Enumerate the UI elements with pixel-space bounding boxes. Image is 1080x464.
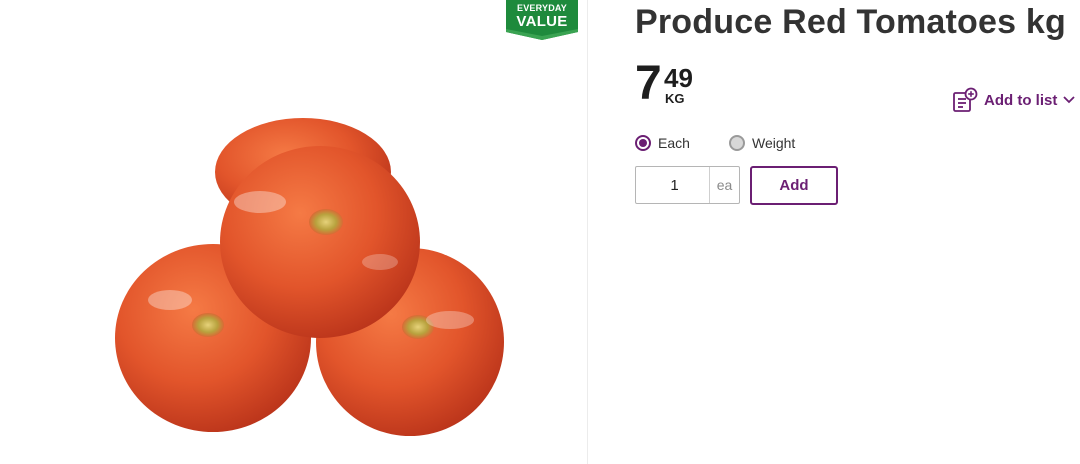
price-dollars: 7 (635, 57, 662, 110)
radio-weight-indicator[interactable] (729, 135, 745, 151)
tomatoes-image (115, 118, 504, 436)
add-to-cart-button[interactable]: Add (750, 166, 838, 205)
radio-each-indicator[interactable] (635, 135, 651, 151)
radio-weight-label: Weight (752, 135, 796, 151)
product-image-pane: EVERYDAY VALUE (0, 0, 586, 464)
everyday-value-badge: EVERYDAY VALUE (506, 0, 578, 40)
badge-line2: VALUE (516, 13, 568, 30)
radio-each[interactable]: Each (635, 132, 690, 154)
pane-divider (587, 0, 588, 464)
chevron-down-icon (1063, 96, 1075, 104)
badge-line1: EVERYDAY (517, 3, 567, 13)
product-title: Produce Red Tomatoes kg (635, 3, 1066, 41)
quantity-field: ea (635, 166, 740, 204)
purchase-mode-radio-group: Each Weight (635, 132, 835, 154)
radio-each-label: Each (658, 135, 690, 151)
quantity-input[interactable] (636, 167, 709, 203)
add-to-list-button[interactable]: Add to list (952, 86, 1080, 114)
price-unit: KG (665, 91, 685, 106)
quantity-unit: ea (716, 177, 733, 193)
radio-weight[interactable]: Weight (729, 132, 795, 154)
list-add-icon (953, 87, 978, 112)
price-cents: 49 (664, 63, 693, 93)
product-price: 7 49 KG (635, 58, 725, 110)
add-to-list-label: Add to list (984, 91, 1058, 109)
